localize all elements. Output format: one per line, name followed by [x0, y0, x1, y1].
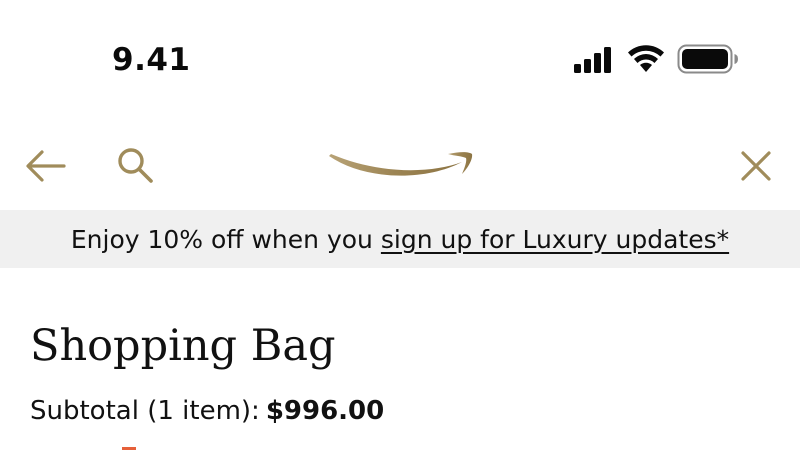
subtotal-label: Subtotal (1 item): [30, 396, 260, 426]
page-title: Shopping Bag [30, 321, 336, 371]
status-icons [572, 44, 740, 76]
promo-text: Enjoy 10% off when you [70, 224, 373, 254]
nav-bar [0, 128, 800, 204]
subtotal: Subtotal (1 item): $996.00 [30, 392, 384, 430]
battery-icon [677, 44, 738, 74]
amazon-smile-logo-icon [329, 152, 473, 176]
status-time: 9.41 [112, 42, 191, 78]
subtotal-amount: $996.00 [265, 396, 385, 426]
luxury-updates-signup-link[interactable]: sign up for Luxury updates* [381, 225, 729, 254]
amazon-smile-logo[interactable] [326, 146, 476, 186]
promo-banner: Enjoy 10% off when you sign up for Luxur… [0, 210, 800, 268]
arrow-left-icon [26, 150, 66, 182]
cellular-signal-icon [574, 47, 611, 73]
close-button[interactable] [736, 146, 776, 186]
status-bar: 9.41 [0, 0, 800, 110]
search-icon [118, 148, 153, 183]
search-button[interactable] [114, 144, 158, 188]
wifi-icon [628, 45, 664, 72]
back-button[interactable] [24, 146, 68, 186]
close-icon [741, 151, 771, 181]
